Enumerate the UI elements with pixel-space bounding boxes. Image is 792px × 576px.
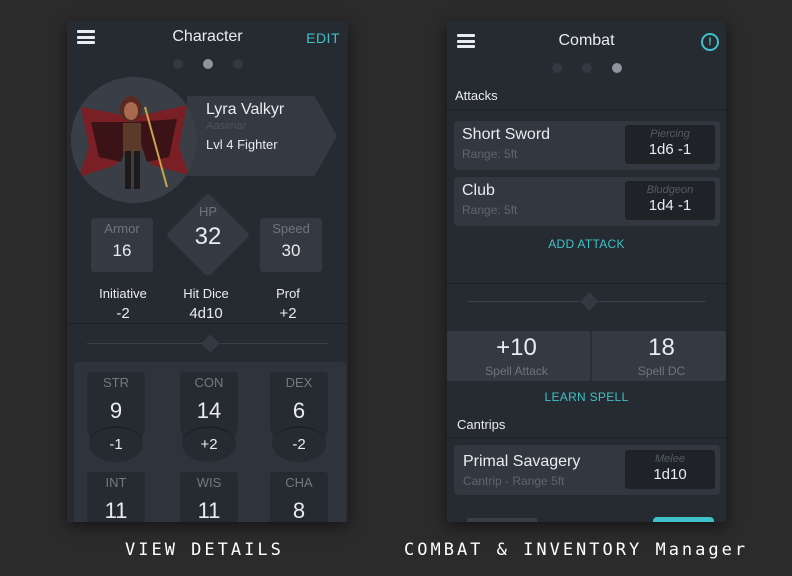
attack-range: Range: 5ft (462, 203, 518, 217)
add-attack-button[interactable]: ADD ATTACK (447, 237, 726, 251)
character-screen: Character EDIT Lyra Valkyr Aasimar Lvl 4… (67, 21, 348, 522)
ability-score: 11 (197, 498, 221, 522)
edit-button[interactable]: EDIT (306, 30, 340, 46)
spell-dc-value: 18 (648, 334, 675, 361)
armor-stat[interactable]: Armor 16 (91, 218, 153, 272)
proficiency-value: +2 (279, 305, 297, 322)
app-header: Combat ! (447, 21, 726, 57)
spell-dc-label: Spell DC (637, 364, 686, 378)
ability-cha[interactable]: CHA 8 (270, 472, 328, 522)
ability-label: INT (105, 475, 127, 490)
initiative-value: -2 (116, 305, 130, 322)
section-divider (447, 283, 726, 284)
speed-stat[interactable]: Speed 30 (260, 218, 322, 272)
attack-card[interactable]: Club Range: 5ft Bludgeon 1d4 -1 (454, 177, 720, 226)
attacks-header: Attacks (455, 88, 498, 103)
hp-label: HP (198, 204, 218, 219)
character-class-level: Lvl 4 Fighter (206, 137, 278, 152)
ability-modifier: -1 (89, 426, 143, 462)
attack-card[interactable]: Short Sword Range: 5ft Piercing 1d6 -1 (454, 121, 720, 170)
cantrip-card[interactable]: Primal Savagery Cantrip - Range 5ft Mele… (454, 445, 720, 495)
ability-score: 9 (109, 398, 123, 423)
partial-list-item (467, 518, 537, 522)
section-divider (67, 323, 348, 324)
ability-score: 6 (292, 398, 306, 423)
attack-name: Short Sword (462, 126, 551, 143)
ability-score: 14 (196, 398, 222, 423)
page-dot[interactable] (581, 63, 592, 73)
section-divider (447, 437, 726, 438)
page-dot-active[interactable] (611, 63, 622, 73)
ability-con[interactable]: CON 14 +2 (180, 372, 238, 462)
spell-attack-stat[interactable]: +10 Spell Attack (447, 331, 586, 378)
spell-attack-label: Spell Attack (485, 364, 548, 378)
ability-label: WIS (196, 475, 222, 490)
damage-box: Melee 1d10 (625, 450, 715, 489)
proficiency-stat: Prof +2 (243, 286, 333, 322)
proficiency-label: Prof (276, 286, 300, 301)
damage-box: Piercing 1d6 -1 (625, 125, 715, 164)
page-dot[interactable] (232, 59, 243, 69)
learn-spell-button[interactable]: LEARN SPELL (447, 390, 726, 404)
character-portrait[interactable] (71, 77, 197, 203)
ability-modifier: -2 (272, 426, 326, 462)
ability-label: CON (194, 375, 224, 390)
ability-label: DEX (285, 375, 313, 390)
damage-dice: 1d6 -1 (648, 141, 692, 158)
damage-type: Bludgeon (646, 184, 694, 196)
damage-dice: 1d10 (653, 466, 687, 483)
armor-value: 16 (112, 241, 132, 260)
spell-dc-stat[interactable]: 18 Spell DC (592, 331, 726, 378)
ability-str[interactable]: STR 9 -1 (87, 372, 145, 462)
caption-combat-manager: COMBAT & INVENTORY Manager (404, 540, 749, 560)
attack-range: Range: 5ft (462, 147, 518, 161)
attack-name: Club (462, 182, 495, 199)
hit-dice-value: 4d10 (189, 305, 223, 322)
cantrips-header: Cantrips (457, 417, 506, 432)
ability-label: CHA (285, 475, 313, 490)
ability-modifier: +2 (182, 426, 236, 462)
page-indicator (67, 56, 348, 74)
section-divider (447, 109, 726, 110)
ability-dex[interactable]: DEX 6 -2 (270, 372, 328, 462)
character-race: Aasimar (206, 120, 247, 132)
page-dot[interactable] (172, 59, 183, 69)
page-dot[interactable] (551, 63, 562, 73)
page-title: Combat (558, 32, 615, 49)
ability-score: 11 (104, 498, 128, 522)
ability-label: STR (103, 375, 129, 390)
divider-diamond (580, 292, 599, 311)
damage-box: Bludgeon 1d4 -1 (625, 181, 715, 220)
ability-score: 8 (292, 498, 306, 522)
divider-diamond (201, 334, 220, 353)
combat-screen: Combat ! Attacks Short Sword Range: 5ft … (447, 21, 726, 522)
ability-scores-panel: STR 9 -1 CON 14 +2 DEX 6 -2 INT 11 WIS 1… (74, 362, 346, 522)
cantrip-details: Cantrip - Range 5ft (463, 474, 565, 488)
page-dot-active[interactable] (202, 59, 213, 69)
page-indicator (447, 60, 726, 78)
speed-label: Speed (272, 221, 310, 236)
armor-label: Armor (104, 221, 140, 236)
hit-dice-stat: Hit Dice 4d10 (161, 286, 251, 322)
initiative-stat: Initiative -2 (78, 286, 168, 322)
cantrip-name: Primal Savagery (463, 453, 581, 470)
spell-attack-value: +10 (496, 334, 537, 361)
partial-accent-button[interactable] (653, 517, 714, 522)
app-header: Character EDIT (67, 21, 348, 57)
ability-wis[interactable]: WIS 11 (180, 472, 238, 522)
character-name: Lyra Valkyr (206, 101, 285, 118)
ability-int[interactable]: INT 11 (87, 472, 145, 522)
spell-stats-bar: +10 Spell Attack 18 Spell DC (447, 331, 726, 381)
alert-icon[interactable]: ! (701, 33, 719, 51)
speed-value: 30 (281, 241, 301, 260)
damage-type: Piercing (650, 128, 690, 140)
caption-view-details: VIEW DETAILS (125, 540, 284, 560)
initiative-label: Initiative (99, 286, 147, 301)
damage-dice: 1d4 -1 (648, 197, 692, 214)
hp-value: 32 (194, 223, 222, 250)
damage-type: Melee (655, 453, 685, 465)
hit-dice-label: Hit Dice (183, 286, 229, 301)
